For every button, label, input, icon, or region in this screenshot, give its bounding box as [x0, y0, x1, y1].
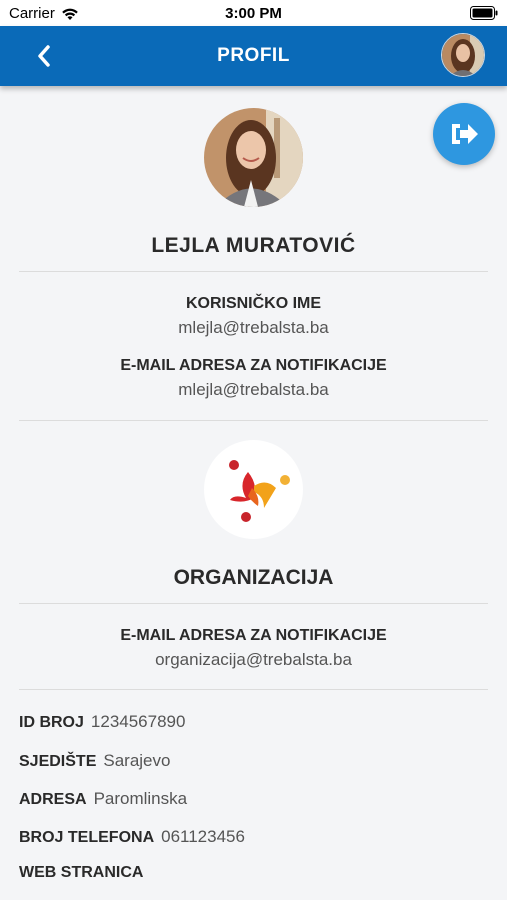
username-value: mlejla@trebalsta.ba [178, 318, 329, 337]
divider [19, 689, 488, 690]
detail-row-website: WEB STRANICA [19, 864, 150, 882]
detail-value: 1234567890 [90, 712, 186, 731]
user-email-label: E-MAIL ADRESA ZA NOTIFIKACIJE [120, 357, 387, 374]
status-time: 3:00 PM [225, 5, 282, 22]
page-title: PROFIL [217, 45, 290, 66]
nav-bar: PROFIL [0, 26, 507, 86]
divider [19, 420, 488, 421]
logout-icon [452, 124, 478, 144]
detail-row-address: ADRESA Paromlinska [19, 789, 187, 809]
avatar[interactable] [441, 33, 485, 77]
detail-label: ADRESA [19, 791, 87, 808]
user-email-value: mlejla@trebalsta.ba [178, 380, 329, 399]
org-email-value: organizacija@trebalsta.ba [155, 650, 352, 669]
detail-row-seat: SJEDIŠTE Sarajevo [19, 751, 170, 771]
user-name: LEJLA MURATOVIĆ [151, 234, 356, 257]
org-email-label: E-MAIL ADRESA ZA NOTIFIKACIJE [120, 627, 387, 644]
detail-row-id: ID BROJ 1234567890 [19, 712, 185, 732]
detail-label: SJEDIŠTE [19, 753, 97, 770]
detail-value: Sarajevo [103, 751, 171, 770]
status-bar: Carrier 3:00 PM [0, 0, 507, 26]
organization-logo [204, 440, 303, 539]
organization-title: ORGANIZACIJA [173, 566, 334, 589]
divider [19, 271, 488, 272]
battery-icon [470, 6, 498, 20]
divider [19, 603, 488, 604]
username-label: KORISNIČKO IME [185, 295, 322, 312]
detail-row-phone: BROJ TELEFONA 061123456 [19, 827, 245, 847]
detail-label: BROJ TELEFONA [19, 829, 155, 846]
profile-photo [204, 108, 303, 207]
detail-label: WEB STRANICA [19, 864, 144, 881]
detail-value[interactable]: 061123456 [161, 827, 245, 847]
detail-value: Paromlinska [93, 789, 188, 808]
avatar-image [442, 34, 484, 76]
detail-label: ID BROJ [19, 714, 84, 731]
logout-button[interactable] [433, 103, 495, 165]
